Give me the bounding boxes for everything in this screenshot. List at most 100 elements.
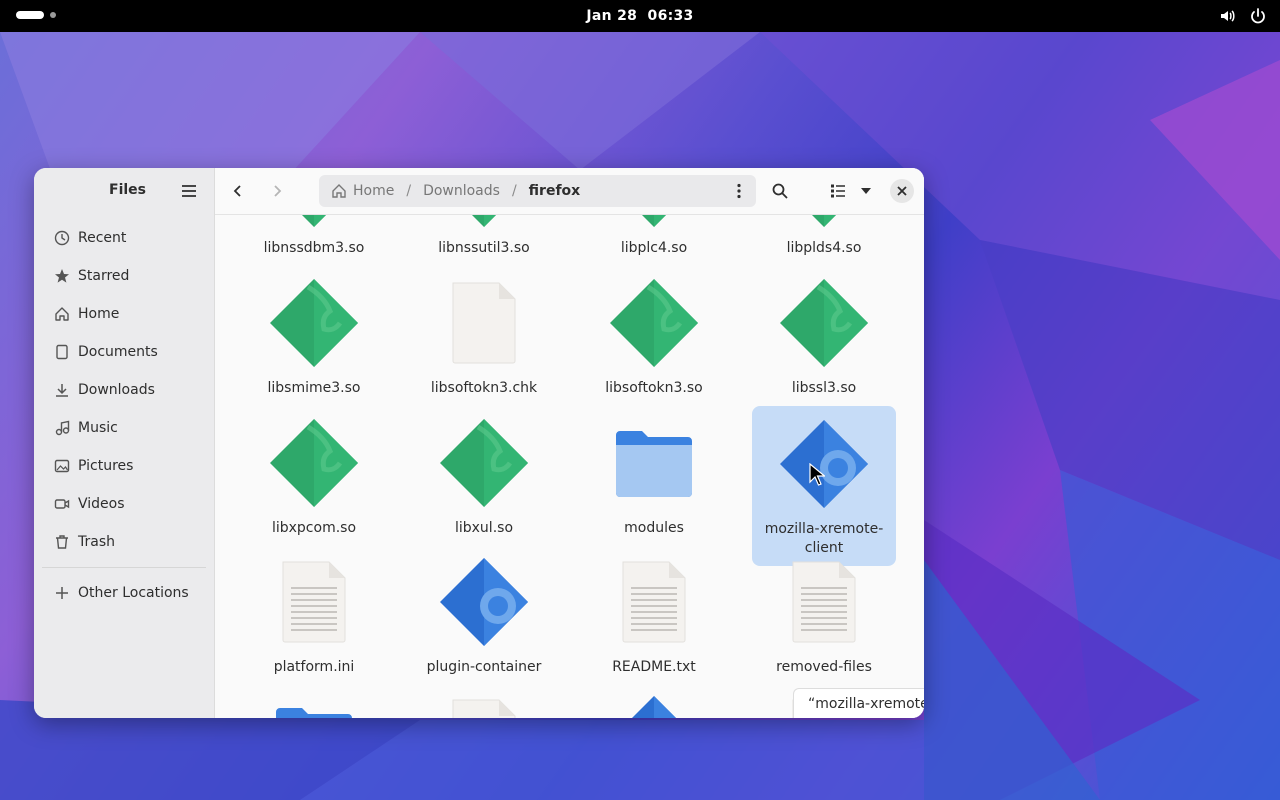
sidebar-item-label: Other Locations (78, 585, 189, 601)
home-icon (54, 306, 70, 322)
sidebar-item-label: Pictures (78, 458, 134, 474)
sidebar-item-label: Downloads (78, 382, 155, 398)
status-text: “mozilla-xremote-client” selected (15.8 … (808, 695, 924, 712)
sidebar: Files Recent Starred Home Documents Down… (34, 168, 215, 718)
file-item[interactable]: README.txt (582, 552, 726, 677)
workspace-indicator-active (16, 11, 44, 19)
plus-icon (54, 585, 70, 601)
file-name: libnssutil3.so (438, 240, 530, 256)
file-item[interactable]: libsmime3.so (242, 273, 386, 398)
breadcrumb-separator: / (511, 183, 517, 199)
system-tray[interactable] (1218, 6, 1268, 26)
file-item[interactable]: libnssutil3.so (412, 215, 556, 258)
video-icon (54, 496, 70, 512)
file-item[interactable]: libxpcom.so (242, 413, 386, 538)
file-item-partial[interactable] (582, 690, 726, 718)
file-name: plugin-container (426, 659, 542, 675)
file-item-partial[interactable] (242, 690, 386, 718)
breadcrumb-current[interactable]: firefox (529, 183, 581, 199)
chevron-right-icon (274, 185, 282, 197)
sidebar-item-label: Documents (78, 344, 158, 360)
home-icon (332, 184, 346, 198)
file-item-partial[interactable] (412, 690, 556, 718)
sidebar-item-starred[interactable]: Starred (34, 257, 214, 295)
file-name: modules (624, 520, 684, 536)
path-bar: Home / Downloads / firefox (319, 175, 756, 207)
file-item[interactable]: libsoftokn3.so (582, 273, 726, 398)
chevron-left-icon (233, 185, 241, 197)
sidebar-item-label: Home (78, 306, 120, 322)
file-item[interactable]: removed-files (752, 552, 896, 677)
app-title: Files (109, 182, 146, 198)
close-button[interactable] (890, 179, 914, 203)
file-item[interactable]: libssl3.so (752, 273, 896, 398)
view-toggle-button[interactable] (823, 176, 853, 206)
sidebar-item-recent[interactable]: Recent (34, 219, 214, 257)
file-name: libsoftokn3.so (605, 380, 703, 396)
library-file-icon (264, 215, 364, 233)
file-item[interactable]: libplc4.so (582, 215, 726, 258)
files-window: Files Recent Starred Home Documents Down… (34, 168, 924, 718)
sidebar-item-trash[interactable]: Trash (34, 523, 214, 561)
more-vertical-icon (737, 183, 741, 199)
library-file-icon (264, 273, 364, 373)
folder-icon (604, 413, 704, 513)
executable-file-icon (434, 552, 534, 652)
search-button[interactable] (765, 176, 795, 206)
sidebar-divider (42, 567, 206, 568)
download-icon (54, 382, 70, 398)
trash-icon (54, 534, 70, 550)
library-file-icon (774, 273, 874, 373)
volume-icon[interactable] (1218, 6, 1238, 26)
sidebar-item-label: Recent (78, 230, 127, 246)
sidebar-item-pictures[interactable]: Pictures (34, 447, 214, 485)
back-button[interactable] (223, 176, 253, 206)
breadcrumb-separator: / (406, 183, 412, 199)
library-file-icon (604, 273, 704, 373)
file-name: libnssdbm3.so (263, 240, 365, 256)
library-file-icon (434, 413, 534, 513)
file-item[interactable]: libsoftokn3.chk (412, 273, 556, 398)
library-file-icon (774, 215, 874, 233)
sidebar-item-music[interactable]: Music (34, 409, 214, 447)
breadcrumb-label: firefox (528, 183, 581, 199)
sidebar-item-downloads[interactable]: Downloads (34, 371, 214, 409)
file-item[interactable]: libplds4.so (752, 215, 896, 258)
file-item[interactable]: modules (582, 413, 726, 538)
library-file-icon (434, 215, 534, 233)
file-item[interactable]: platform.ini (242, 552, 386, 677)
file-name: platform.ini (273, 659, 355, 675)
star-icon (54, 268, 70, 284)
file-item[interactable]: libnssdbm3.so (242, 215, 386, 258)
sidebar-item-other-locations[interactable]: Other Locations (34, 574, 214, 612)
sidebar-item-documents[interactable]: Documents (34, 333, 214, 371)
breadcrumb-label: Home (353, 183, 395, 199)
file-item[interactable]: plugin-container (412, 552, 556, 677)
view-options-button[interactable] (851, 176, 881, 206)
power-icon[interactable] (1248, 6, 1268, 26)
main-menu-button[interactable] (180, 182, 198, 200)
header-bar: Home / Downloads / firefox (215, 168, 924, 215)
file-item[interactable]: libxul.so (412, 413, 556, 538)
clock-time: 06:33 (647, 8, 694, 24)
places-list: Recent Starred Home Documents Downloads … (34, 219, 214, 612)
clock-date: Jan 28 (586, 8, 638, 24)
sidebar-header: Files (34, 168, 214, 214)
selection-status: “mozilla-xremote-client” selected (15.8 … (793, 688, 924, 718)
sidebar-item-home[interactable]: Home (34, 295, 214, 333)
music-icon (54, 420, 70, 436)
file-name: libsoftokn3.chk (430, 380, 538, 396)
clock[interactable]: Jan 28 06:33 (586, 8, 693, 24)
folder-icon (264, 690, 364, 718)
text-file-icon (604, 552, 704, 652)
breadcrumb-home[interactable]: Home (331, 183, 394, 199)
file-name: libxul.so (454, 520, 514, 536)
sidebar-item-videos[interactable]: Videos (34, 485, 214, 523)
workspace-indicator (50, 12, 56, 18)
forward-button[interactable] (262, 176, 292, 206)
path-menu-button[interactable] (730, 182, 748, 200)
activities-button[interactable] (16, 11, 56, 19)
breadcrumb-downloads[interactable]: Downloads (423, 183, 500, 199)
sidebar-item-label: Videos (78, 496, 125, 512)
close-icon (897, 186, 907, 196)
